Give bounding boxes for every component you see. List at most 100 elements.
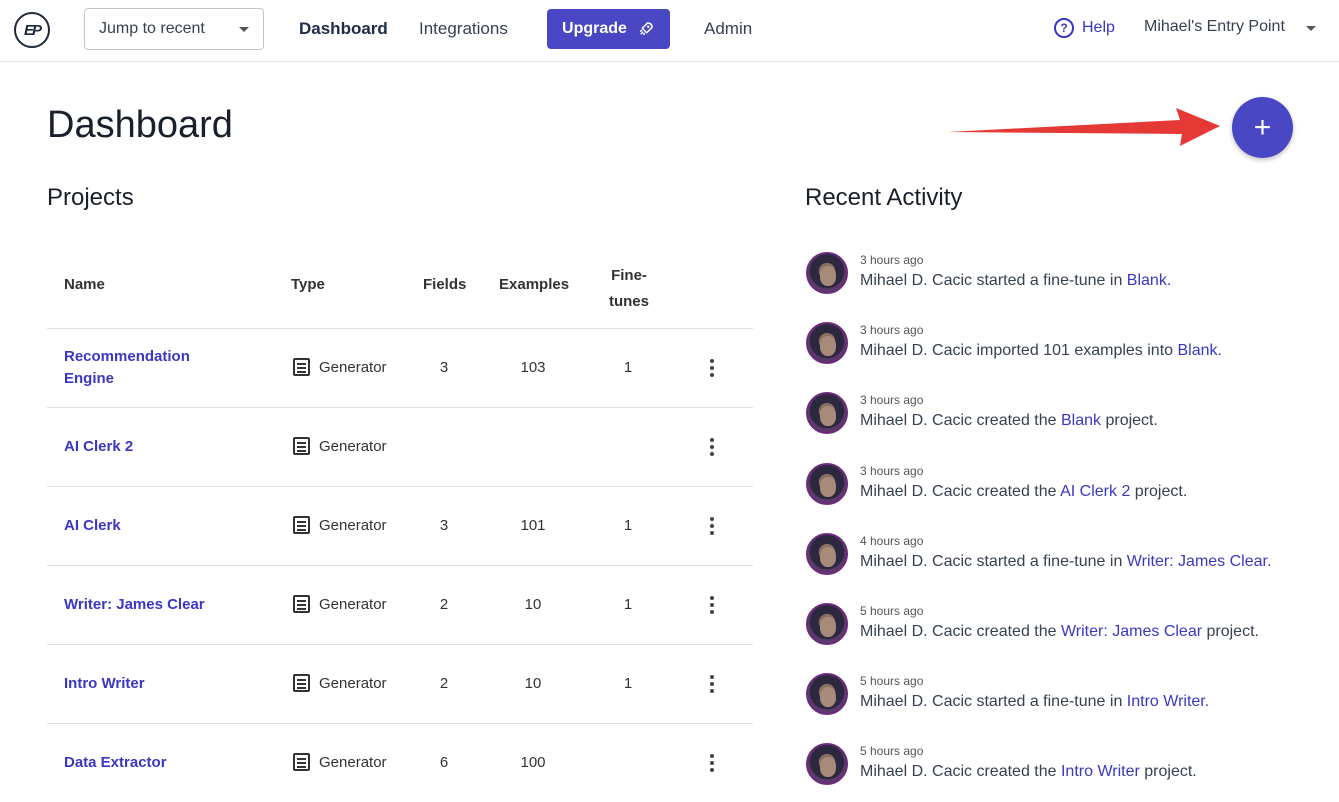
table-row[interactable]: Recommendation Engine Generator 3 103 1 [47,329,753,408]
document-icon [293,358,310,376]
page-title: Dashboard [47,104,233,146]
activity-time: 3 hours ago [860,253,924,267]
project-fields: 3 [439,517,449,534]
account-menu[interactable]: Mihael's Entry Point [1144,18,1285,36]
activity-description: Mihael D. Cacic imported 101 examples in… [860,342,1178,360]
activity-project-link[interactable]: Intro Writer [1061,763,1140,780]
activity-project-link[interactable]: Blank. [1127,272,1171,289]
activity-text: Mihael D. Cacic imported 101 examples in… [860,342,1222,360]
activity-time: 3 hours ago [860,393,924,408]
project-examples: 100 [520,754,546,771]
nav-dashboard-link[interactable]: Dashboard [299,19,388,39]
rocket-icon [639,22,653,36]
activity-suffix: project. [1202,623,1259,640]
activity-item: 5 hours ago Mihael D. Cacic created the … [806,601,1326,661]
activity-description: Mihael D. Cacic started a fine-tune in [860,272,1127,289]
upgrade-label: Upgrade [562,20,627,37]
project-type-label: Generator [319,358,387,376]
project-type: Generator [293,358,387,376]
project-type: Generator [293,674,387,692]
table-header: Name Type Fields Examples Fine-tunes [47,245,753,329]
activity-project-link[interactable]: Intro Writer. [1127,693,1209,710]
activity-project-link[interactable]: Blank [1177,342,1217,359]
avatar [806,252,848,294]
help-link[interactable]: ? Help [1054,18,1115,38]
project-name-link[interactable]: Data Extractor [64,752,214,774]
project-fields: 2 [439,675,449,692]
add-project-button[interactable]: + [1232,97,1293,158]
activity-time: 5 hours ago [860,674,924,689]
nav-admin-link[interactable]: Admin [704,19,752,39]
chevron-down-icon[interactable] [1306,26,1316,31]
activity-project-link[interactable]: Writer: James Clear [1061,623,1202,640]
project-examples: 103 [520,359,546,376]
table-row[interactable]: Writer: James Clear Generator 2 10 1 [47,566,753,645]
column-header-fields[interactable]: Fields [423,276,466,293]
activity-project-link[interactable]: AI Clerk 2 [1060,483,1130,500]
document-icon [293,516,310,534]
project-name-link[interactable]: Writer: James Clear [64,594,214,616]
project-name-link[interactable]: AI Clerk 2 [64,436,214,458]
avatar [806,673,848,716]
column-header-examples[interactable]: Examples [499,276,569,293]
avatar [806,462,848,505]
table-row[interactable]: AI Clerk 2 Generator [47,408,753,487]
activity-description: Mihael D. Cacic created the [860,412,1061,430]
avatar [806,603,848,645]
activity-text: Mihael D. Cacic started a fine-tune in W… [860,553,1271,571]
activity-text: Mihael D. Cacic started a fine-tune in I… [860,693,1209,711]
more-options-icon[interactable] [710,359,716,380]
column-header-finetunes[interactable]: Fine-tunes [607,263,651,315]
activity-item: 3 hours ago Mihael D. Cacic created the … [806,390,1326,450]
recent-activity-title: Recent Activity [805,184,963,211]
more-options-icon[interactable] [710,754,716,775]
project-examples: 10 [524,596,542,613]
activity-time: 3 hours ago [860,323,924,338]
project-type-label: Generator [319,595,387,613]
logo-icon[interactable]: EP [14,12,50,48]
project-fields: 3 [439,359,449,376]
projects-title: Projects [47,184,134,211]
project-name-link[interactable]: Intro Writer [64,673,214,695]
more-options-icon[interactable] [710,517,716,538]
project-name-link[interactable]: Recommendation Engine [64,346,214,390]
column-header-type[interactable]: Type [291,276,325,293]
more-options-icon[interactable] [710,438,716,459]
activity-text: Mihael D. Cacic created the AI Clerk 2 p… [860,483,1187,501]
top-nav: EP Jump to recent Dashboard Integrations… [0,0,1339,62]
activity-project-link[interactable]: Writer: James Clear. [1127,553,1272,570]
table-row[interactable]: Data Extractor Generator 6 100 [47,724,753,802]
project-fields: 2 [439,596,449,613]
project-type-label: Generator [319,753,387,771]
upgrade-button[interactable]: Upgrade [547,9,670,49]
table-row[interactable]: AI Clerk Generator 3 101 1 [47,487,753,566]
activity-suffix: project. [1139,763,1197,781]
more-options-icon[interactable] [710,675,716,696]
project-examples: 10 [524,675,542,692]
jump-to-recent-select[interactable]: Jump to recent [84,8,264,50]
document-icon [293,437,310,455]
project-type-label: Generator [319,516,387,534]
column-header-name[interactable]: Name [64,276,105,293]
activity-project-link[interactable]: Blank [1061,412,1101,429]
activity-text: Mihael D. Cacic created the Intro Writer… [860,763,1197,781]
activity-text: Mihael D. Cacic created the Blank projec… [860,412,1158,430]
activity-text: Mihael D. Cacic started a fine-tune in B… [860,272,1171,290]
activity-time: 5 hours ago [860,604,924,618]
more-options-icon[interactable] [710,596,716,617]
project-name-link[interactable]: AI Clerk [64,515,214,537]
nav-integrations-link[interactable]: Integrations [419,19,508,39]
document-icon [293,674,310,692]
help-circle-icon: ? [1054,18,1074,38]
activity-item: 3 hours ago Mihael D. Cacic imported 101… [806,320,1326,380]
help-label: Help [1082,19,1115,36]
activity-description: Mihael D. Cacic created the [860,763,1061,781]
activity-item: 5 hours ago Mihael D. Cacic started a fi… [806,671,1326,731]
chevron-down-icon [239,27,249,32]
activity-item: 4 hours ago Mihael D. Cacic started a fi… [806,531,1326,591]
project-finetunes: 1 [623,596,633,613]
project-finetunes: 1 [623,359,633,376]
annotation-arrow-icon [948,108,1220,146]
project-type: Generator [293,516,387,534]
table-row[interactable]: Intro Writer Generator 2 10 1 [47,645,753,724]
